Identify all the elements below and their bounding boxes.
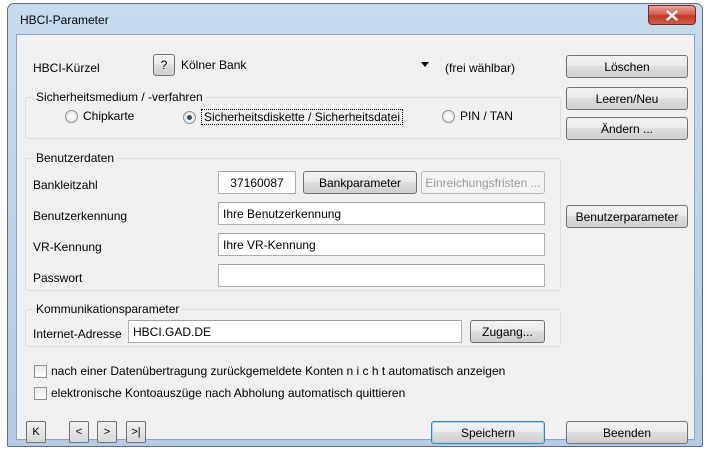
checkbox-kontoauszuege-label: elektronische Kontoauszüge nach Abholung… [51, 386, 406, 400]
benutzerkennung-input[interactable]: Ihre Benutzerkennung [218, 202, 545, 225]
passwort-input[interactable] [218, 264, 545, 287]
benutzerparameter-button[interactable]: Benutzerparameter [566, 205, 688, 228]
radio-circle[interactable] [65, 109, 78, 123]
communication-group-title: Kommunikationsparameter [33, 302, 183, 316]
first-record-icon: K [32, 426, 40, 438]
close-button[interactable] [648, 5, 696, 25]
checkbox-konten-label: nach einer Datenübertragung zurückgemeld… [51, 364, 506, 378]
last-record-icon: >| [131, 426, 141, 438]
nav-next-button[interactable]: > [97, 421, 117, 443]
radio-sicherheitsdiskette-label: Sicherheitsdiskette / Sicherheitsdatei [201, 109, 404, 125]
internet-adresse-input[interactable]: HBCI.GAD.DE [128, 320, 462, 343]
checkbox-box[interactable] [34, 364, 47, 378]
zugang-button[interactable]: Zugang... [470, 320, 545, 343]
radio-chipkarte[interactable]: Chipkarte [65, 109, 134, 123]
aendern-button[interactable]: Ändern ... [566, 117, 688, 140]
checkbox-konten-nicht-anzeigen[interactable]: nach einer Datenübertragung zurückgemeld… [34, 364, 505, 378]
nav-last-button[interactable]: >| [126, 421, 146, 443]
help-button[interactable]: ? [153, 54, 175, 76]
radio-chipkarte-label: Chipkarte [83, 109, 135, 123]
radio-pin-tan[interactable]: PIN / TAN [442, 109, 513, 123]
hbci-parameter-window: HBCI-Parameter HBCI-Kürzel ? Kölner Bank… [7, 3, 703, 447]
benutzerkennung-label: Benutzerkennung [33, 209, 128, 223]
radio-circle[interactable] [442, 109, 455, 123]
chevron-down-icon[interactable] [421, 62, 429, 67]
radio-circle[interactable] [183, 110, 196, 124]
close-icon [666, 9, 678, 21]
blz-label: Bankleitzahl [33, 178, 98, 192]
userdata-group-title: Benutzerdaten [33, 151, 118, 165]
security-group-title: Sicherheitsmedium / -verfahren [33, 90, 206, 104]
leeren-neu-button[interactable]: Leeren/Neu [566, 87, 688, 110]
speichern-button[interactable]: Speichern [431, 421, 545, 444]
bankparameter-button[interactable]: Bankparameter [303, 171, 417, 194]
window-title: HBCI-Parameter [20, 13, 109, 27]
kuerzel-combobox[interactable]: Kölner Bank [177, 54, 435, 76]
vr-kennung-input[interactable]: Ihre VR-Kennung [218, 233, 545, 256]
blz-input[interactable]: 37160087 [218, 171, 296, 194]
title-bar: HBCI-Parameter [8, 4, 702, 34]
beenden-button[interactable]: Beenden [566, 421, 688, 444]
dialog-body: HBCI-Kürzel ? Kölner Bank (frei wählbar)… [16, 34, 695, 444]
radio-sicherheitsdiskette[interactable]: Sicherheitsdiskette / Sicherheitsdatei [183, 109, 404, 125]
loeschen-button[interactable]: Löschen [566, 55, 688, 78]
checkbox-box[interactable] [34, 386, 47, 400]
vr-kennung-label: VR-Kennung [33, 240, 102, 254]
kuerzel-value: Kölner Bank [181, 58, 247, 72]
next-record-icon: > [103, 426, 111, 438]
nav-first-button[interactable]: K [26, 421, 46, 443]
nav-prev-button[interactable]: < [69, 421, 89, 443]
passwort-label: Passwort [33, 271, 83, 285]
kuerzel-label: HBCI-Kürzel [33, 61, 100, 75]
prev-record-icon: < [75, 426, 83, 438]
checkbox-kontoauszuege-quittieren[interactable]: elektronische Kontoauszüge nach Abholung… [34, 386, 405, 400]
internet-adresse-label: Internet-Adresse [33, 327, 122, 341]
radio-pin-tan-label: PIN / TAN [460, 109, 513, 123]
kuerzel-hint: (frei wählbar) [445, 61, 516, 75]
einreichungsfristen-button: Einreichungsfristen ... [421, 171, 545, 194]
